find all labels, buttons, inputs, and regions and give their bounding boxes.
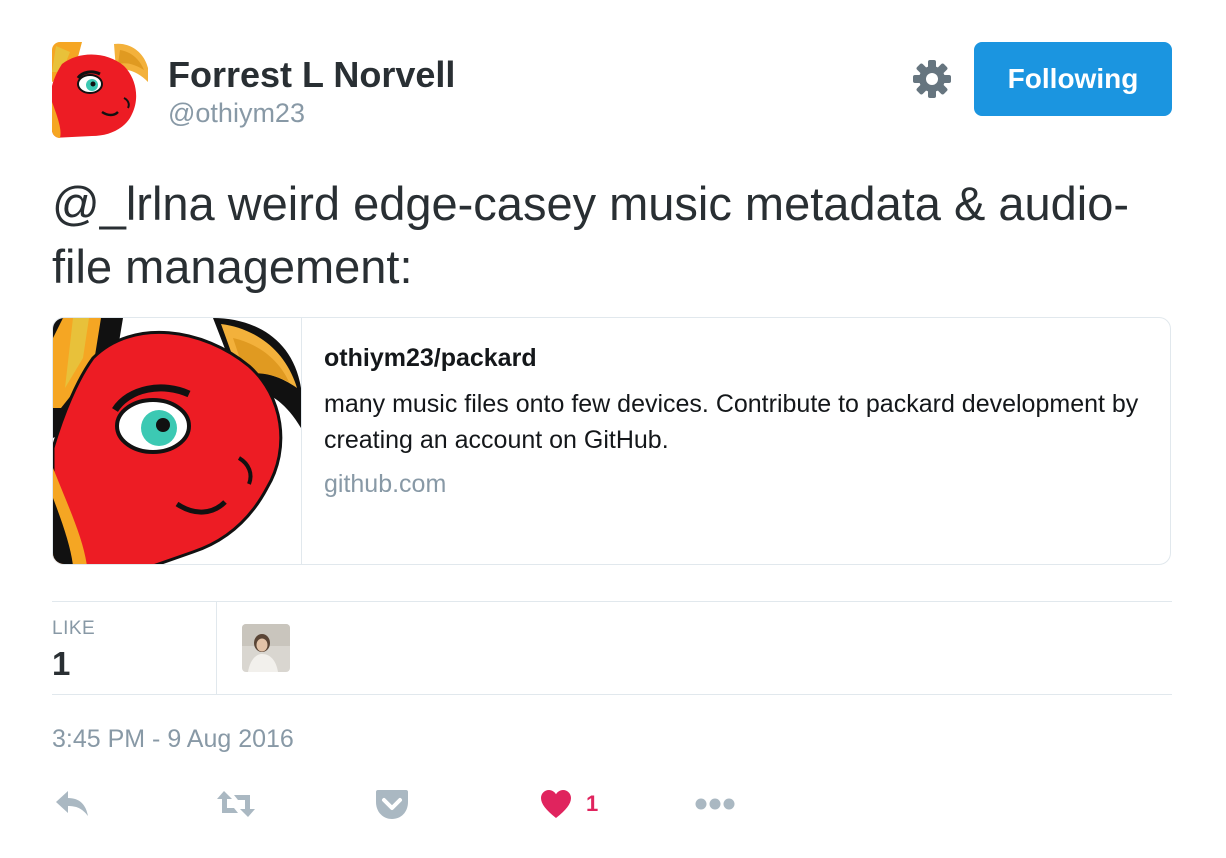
like-action-count: 1 (586, 791, 599, 816)
liker-avatar[interactable] (242, 624, 290, 672)
heart-icon (541, 790, 571, 818)
more-button[interactable] (694, 784, 736, 824)
person-avatar-image (242, 624, 290, 672)
card-image (53, 318, 302, 564)
link-card[interactable]: othiym23/packard many music files onto f… (52, 317, 1171, 565)
card-domain: github.com (324, 470, 447, 498)
stats-vertical-divider (216, 602, 217, 694)
card-title: othiym23/packard (324, 344, 537, 372)
following-button[interactable]: Following (974, 42, 1172, 116)
pocket-icon (376, 790, 408, 819)
stats-top-divider (52, 601, 1172, 602)
author-screen-name[interactable]: @othiym23 (168, 98, 305, 129)
gear-icon[interactable] (911, 58, 953, 100)
mention-link[interactable]: @_lrlna (52, 177, 215, 230)
retweet-icon (217, 791, 255, 817)
stats-bottom-divider (52, 694, 1172, 695)
like-stat-count[interactable]: 1 (52, 645, 70, 683)
tweet-text: @_lrlna weird edge-casey music metadata … (52, 172, 1172, 298)
like-button[interactable]: 1 (540, 784, 598, 824)
more-dots-icon (695, 798, 735, 810)
reply-button[interactable] (54, 784, 90, 824)
pony-card-image (53, 318, 301, 564)
author-display-name[interactable]: Forrest L Norvell (168, 54, 455, 96)
reply-icon (56, 791, 88, 816)
retweet-button[interactable] (216, 784, 256, 824)
pony-avatar-image (52, 42, 148, 138)
pocket-button[interactable] (375, 784, 409, 824)
card-description: many music files onto few devices. Contr… (324, 390, 1139, 454)
like-stat-label[interactable]: LIKE (52, 618, 95, 640)
tweet-timestamp[interactable]: 3:45 PM - 9 Aug 2016 (52, 725, 294, 754)
author-avatar[interactable] (52, 42, 148, 138)
